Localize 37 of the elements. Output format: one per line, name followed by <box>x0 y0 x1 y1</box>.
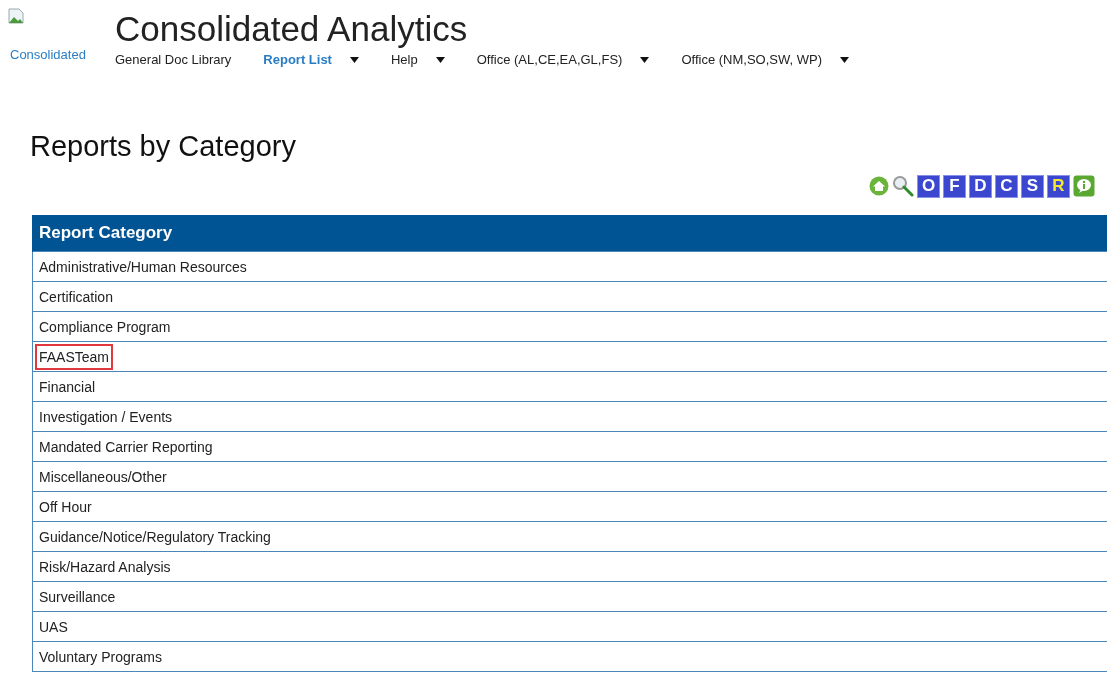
letter-button[interactable]: S <box>1021 174 1044 198</box>
category-link[interactable]: Surveillance <box>35 583 120 610</box>
letter-button[interactable]: F <box>943 174 966 198</box>
broken-image-icon <box>8 8 24 24</box>
letter-button[interactable]: R <box>1047 174 1070 198</box>
letter-button[interactable]: C <box>995 174 1018 198</box>
letter-button[interactable]: D <box>969 174 992 198</box>
caret-icon[interactable] <box>435 56 445 63</box>
app-title: Consolidated Analytics <box>115 8 469 50</box>
nav-link[interactable]: Office (NM,SO,SW, WP) <box>681 52 822 67</box>
category-link[interactable]: Off Hour <box>35 493 96 520</box>
nav-link[interactable]: General Doc Library <box>115 52 232 67</box>
letter-button[interactable]: O <box>917 174 940 198</box>
nav-link[interactable]: Report List <box>263 52 332 67</box>
category-link[interactable]: FAASTeam <box>35 343 114 370</box>
category-link[interactable]: Compliance Program <box>35 313 175 340</box>
category-link[interactable]: Administrative/Human Resources <box>35 253 251 280</box>
category-link[interactable]: Investigation / Events <box>35 403 177 430</box>
category-link[interactable]: Miscellaneous/Other <box>35 463 171 490</box>
page-title: Reports by Category <box>30 130 297 163</box>
column-header: Report Category <box>32 215 1107 252</box>
category-link[interactable]: UAS <box>35 613 72 640</box>
caret-icon[interactable] <box>640 56 650 63</box>
category-link[interactable]: Guidance/Notice/Regulatory Tracking <box>35 523 275 550</box>
category-link[interactable]: Financial <box>35 373 100 400</box>
info-icon[interactable] <box>1073 175 1095 197</box>
search-icon[interactable] <box>892 175 914 197</box>
category-link[interactable]: Risk/Hazard Analysis <box>35 553 175 580</box>
category-link[interactable]: Mandated Carrier Reporting <box>35 433 217 460</box>
caret-icon[interactable] <box>840 56 849 63</box>
nav-link[interactable]: Office (AL,CE,EA,GL,FS) <box>476 52 623 67</box>
nav-link[interactable]: Help <box>390 52 418 67</box>
logo-link[interactable]: Consolidated <box>10 47 115 62</box>
home-icon[interactable] <box>869 176 889 196</box>
category-link[interactable]: Certification <box>35 283 117 310</box>
caret-icon[interactable] <box>349 56 359 63</box>
category-link[interactable]: Voluntary Programs <box>35 643 166 670</box>
